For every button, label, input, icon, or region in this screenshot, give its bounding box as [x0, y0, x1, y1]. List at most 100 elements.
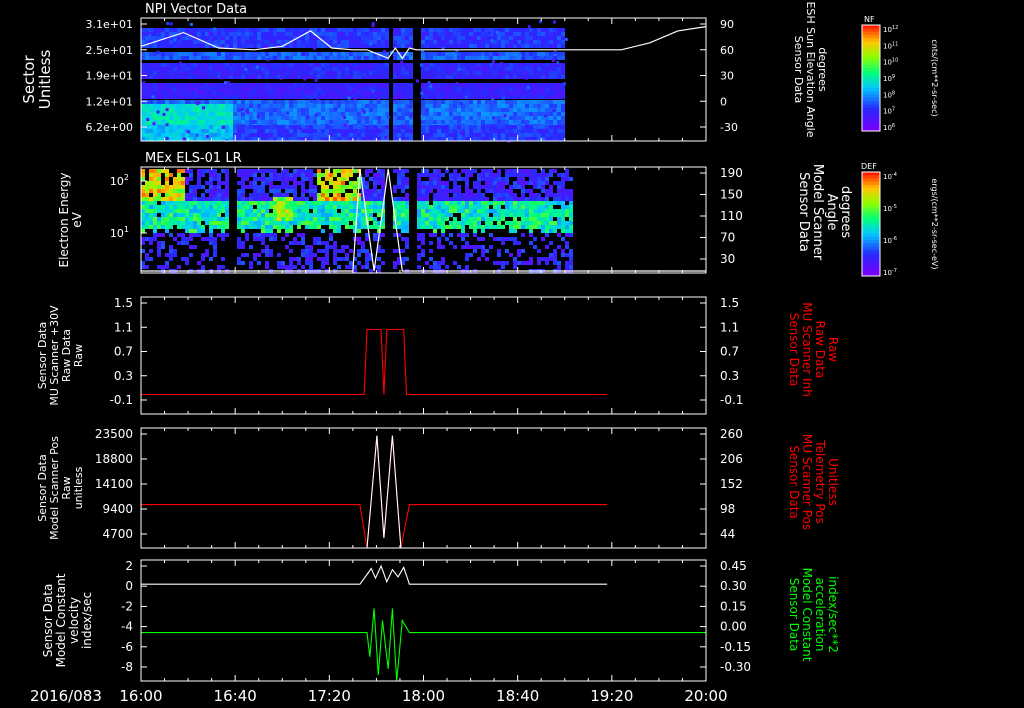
els-cell: [225, 233, 229, 237]
els-cell: [277, 173, 281, 177]
npi-cell: [501, 44, 505, 48]
els-cell: [181, 169, 185, 173]
npi-cell: [329, 125, 333, 129]
els-cell: [445, 181, 449, 185]
els-cell: [185, 241, 189, 245]
els-cell: [449, 189, 453, 193]
els-cell: [457, 221, 461, 225]
npi-cell: [405, 56, 409, 60]
els-cell: [473, 201, 477, 205]
npi-cell: [541, 108, 545, 112]
npi-cell: [433, 104, 437, 108]
npi-cell: [469, 125, 473, 129]
els-cell: [465, 177, 469, 181]
els-cell: [153, 225, 157, 229]
npi-cell: [197, 83, 201, 87]
els-cell: [277, 209, 281, 213]
npi-cell: [337, 133, 341, 137]
npi-cell: [441, 108, 445, 112]
els-cell: [301, 205, 305, 209]
colorbar-cell: [862, 178, 880, 183]
els-cell: [241, 245, 245, 249]
npi-cell: [165, 32, 169, 36]
npi-cell: [185, 116, 189, 120]
npi-cell: [201, 56, 205, 60]
npi-cell: [469, 71, 473, 75]
npi-cell: [545, 104, 549, 108]
els-cell: [421, 173, 425, 177]
els-cell: [465, 221, 469, 225]
npi-cell: [213, 56, 217, 60]
npi-cell: [465, 137, 469, 141]
npi-cell: [339, 31, 343, 35]
els-cell: [169, 233, 173, 237]
npi-cell: [557, 100, 561, 104]
npi-cell: [269, 63, 273, 67]
els-cell: [437, 225, 441, 229]
els-cell: [317, 169, 321, 173]
npi-cell: [469, 129, 473, 133]
npi-cell: [161, 108, 165, 112]
els-cell: [217, 217, 221, 221]
npi-cell: [209, 137, 213, 141]
y-axis-label-right: Sensor Data Model Scanner Angle degrees: [796, 164, 853, 261]
els-cell: [261, 229, 265, 233]
npi-cell: [541, 71, 545, 75]
npi-cell: [325, 104, 329, 108]
els-cell: [253, 173, 257, 177]
npi-cell: [321, 71, 325, 75]
npi-cell: [189, 28, 193, 32]
npi-cell: [493, 137, 497, 141]
y-axis-label-right-line: Sensor Data: [787, 313, 801, 387]
npi-cell: [493, 87, 497, 91]
els-cell: [189, 229, 193, 233]
els-cell: [245, 173, 249, 177]
npi-cell: [453, 40, 457, 44]
npi-cell: [141, 32, 145, 36]
els-cell: [445, 237, 449, 241]
els-cell: [569, 209, 573, 213]
npi-cell: [465, 87, 469, 91]
npi-cell: [377, 116, 381, 120]
npi-cell: [537, 52, 541, 56]
npi-cell: [321, 100, 325, 104]
npi-cell: [349, 83, 353, 87]
colorbar-cell: [862, 94, 880, 99]
npi-cell: [497, 125, 501, 129]
npi-cell: [305, 108, 309, 112]
npi-cell: [301, 100, 305, 104]
els-cell: [301, 237, 305, 241]
els-cell: [189, 205, 193, 209]
npi-cell: [185, 67, 189, 71]
npi-cell: [397, 75, 401, 79]
els-cell: [505, 221, 509, 225]
npi-cell: [509, 116, 513, 120]
els-cell: [405, 257, 409, 261]
npi-cell: [405, 108, 409, 112]
y-axis-label-left-line: Electron Energy: [57, 172, 71, 267]
els-cell: [281, 265, 285, 269]
npi-cell: [263, 135, 267, 139]
els-cell: [433, 169, 437, 173]
npi-cell: [285, 108, 289, 112]
els-cell: [465, 193, 469, 197]
npi-cell: [357, 56, 361, 60]
npi-cell: [357, 112, 361, 116]
npi-cell: [445, 40, 449, 44]
npi-cell: [409, 36, 413, 40]
npi-cell: [181, 83, 185, 87]
npi-cell: [213, 71, 217, 75]
npi-cell: [429, 56, 433, 60]
npi-cell: [189, 133, 193, 137]
npi-cell: [241, 95, 245, 99]
els-cell: [309, 245, 313, 249]
npi-cell: [253, 100, 257, 104]
npi-cell: [445, 108, 449, 112]
npi-cell: [161, 52, 165, 56]
npi-cell: [329, 83, 333, 87]
els-cell: [153, 237, 157, 241]
npi-cell: [197, 129, 201, 133]
npi-cell: [541, 75, 545, 79]
els-cell: [157, 205, 161, 209]
els-cell: [501, 189, 505, 193]
